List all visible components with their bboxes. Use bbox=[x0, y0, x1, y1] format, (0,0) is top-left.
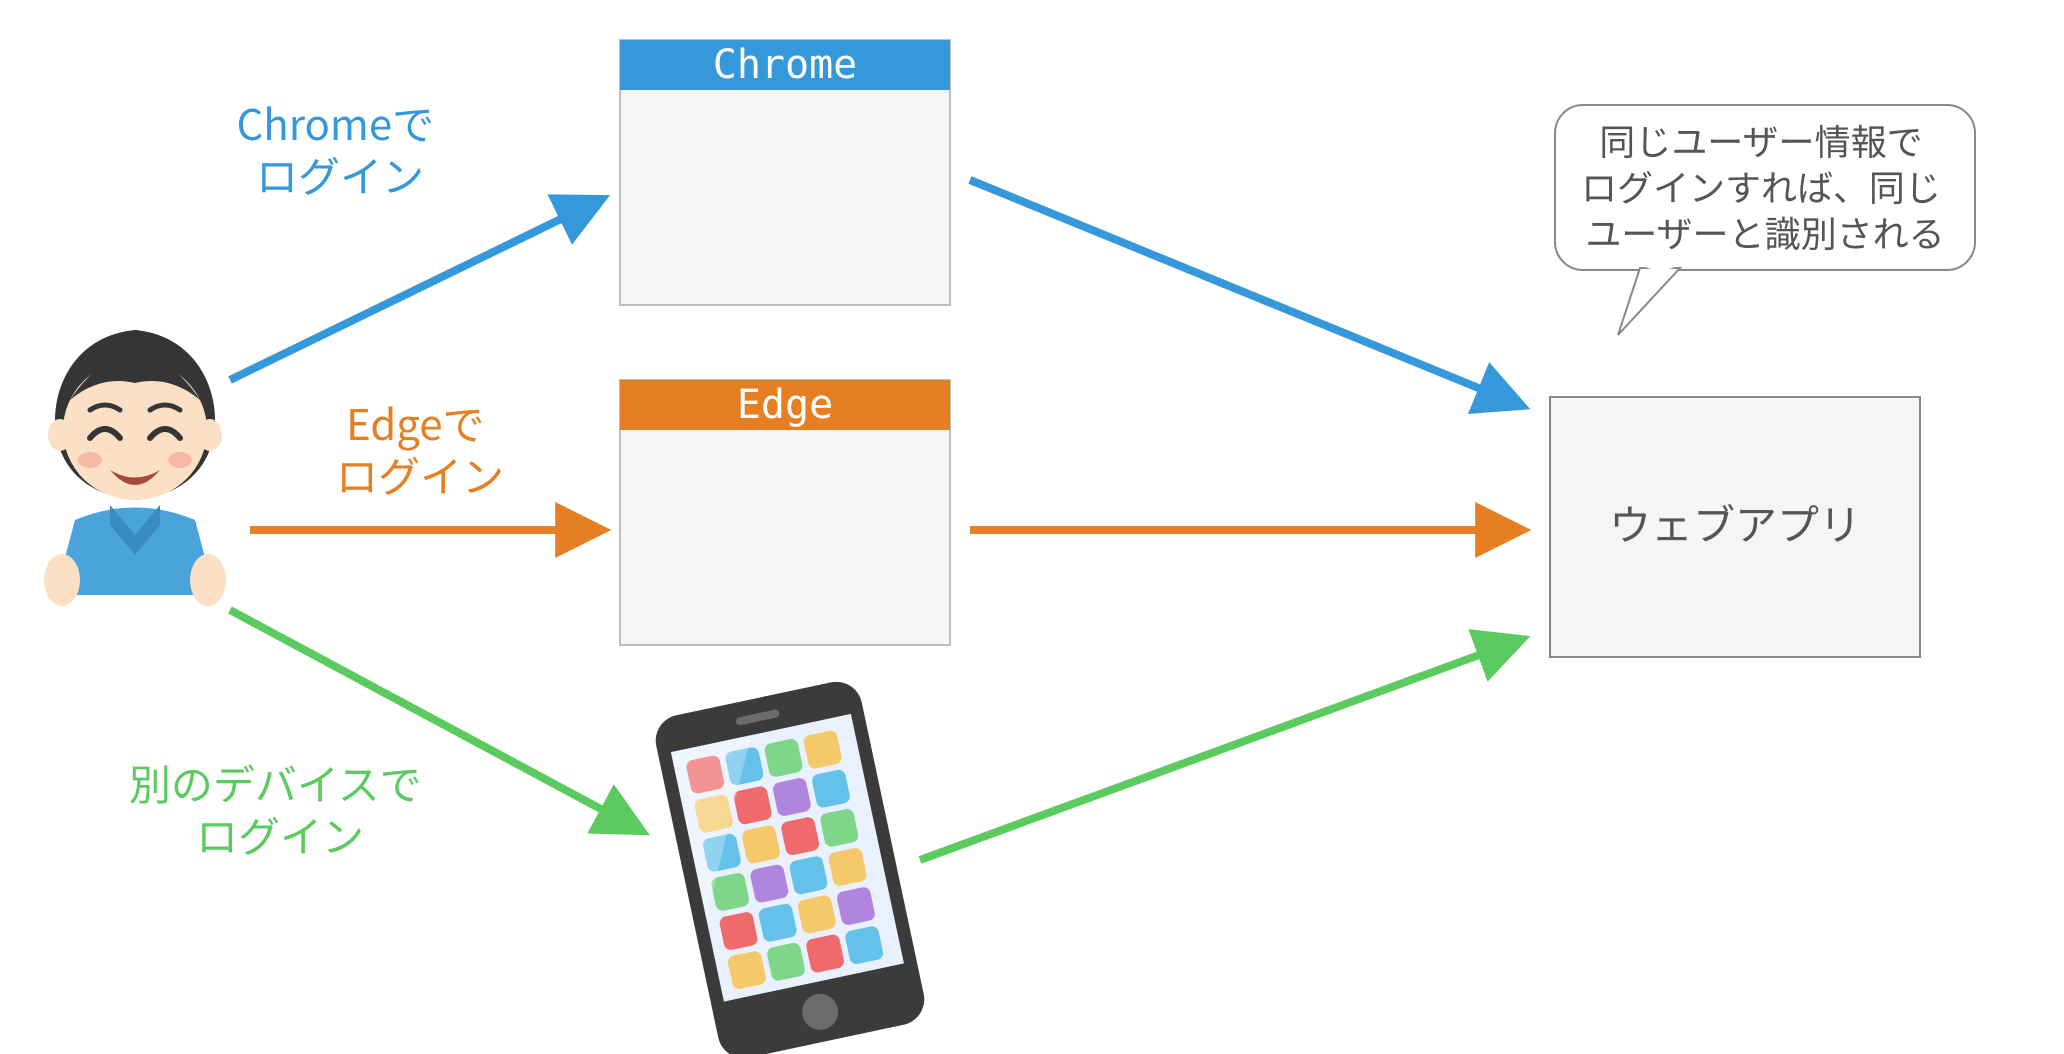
arrow-user-to-chrome bbox=[230, 200, 600, 380]
webapp-label: ウェブアプリ bbox=[1609, 492, 1861, 553]
speech-bubble-text: 同じユーザー情報で ログインすれば、同じ ユーザーと識別される bbox=[1581, 114, 1949, 258]
webapp-box: ウェブアプリ bbox=[1550, 397, 1920, 657]
edge-window-title: Edge bbox=[737, 382, 833, 428]
chrome-window-title: Chrome bbox=[713, 42, 858, 88]
arrow-device-to-webapp bbox=[920, 640, 1520, 860]
speech-bubble: 同じユーザー情報で ログインすれば、同じ ユーザーと識別される bbox=[1555, 105, 1975, 335]
user-boy-icon bbox=[44, 330, 226, 606]
label-chrome-login: Chromeで ログイン bbox=[236, 92, 443, 205]
chrome-window: Chrome bbox=[620, 40, 950, 305]
arrow-chrome-to-webapp bbox=[970, 180, 1520, 405]
edge-window: Edge bbox=[620, 380, 950, 645]
label-edge-login: Edgeで ログイン bbox=[336, 392, 504, 505]
smartphone-icon bbox=[651, 677, 929, 1054]
label-device-login: 別のデバイスで ログイン bbox=[129, 752, 431, 865]
